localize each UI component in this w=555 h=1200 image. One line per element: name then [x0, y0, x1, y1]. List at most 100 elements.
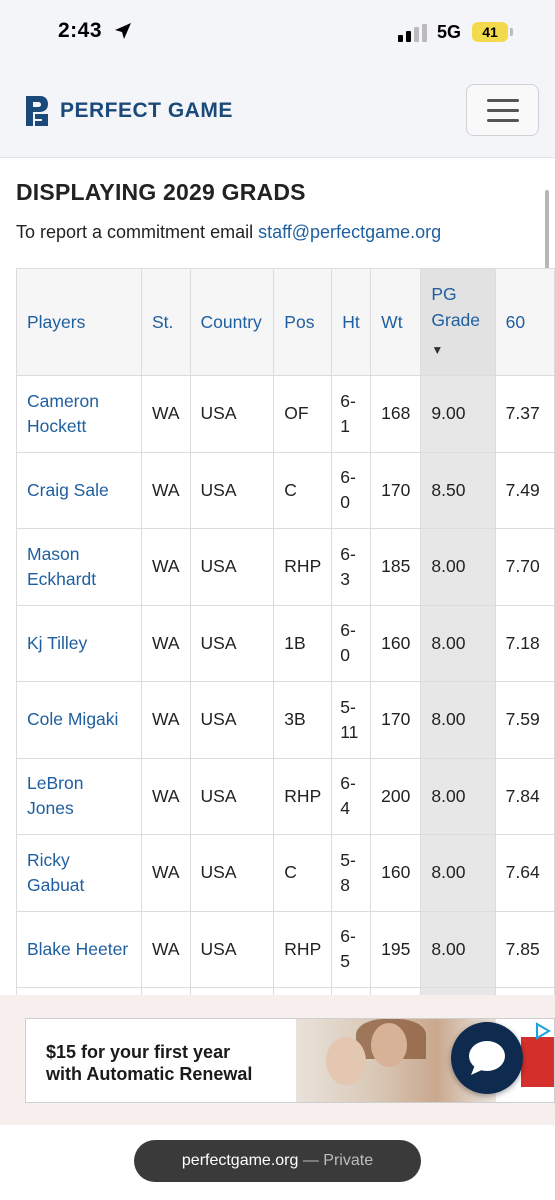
ad-choices-icon[interactable]	[533, 1021, 553, 1041]
cell-sixty: 7.84	[494, 757, 555, 835]
cell-state: WA	[140, 757, 191, 835]
table-row	[16, 987, 555, 995]
grads-table: Players St. Country Pos Ht Wt PG Grade ▼…	[16, 268, 555, 995]
chat-button[interactable]	[451, 1022, 523, 1094]
cell-sixty: 7.70	[494, 528, 555, 606]
cell-pos	[273, 987, 333, 995]
table-header-row: Players St. Country Pos Ht Wt PG Grade ▼…	[16, 268, 555, 376]
column-header-ht[interactable]: Ht	[331, 268, 372, 376]
cell-state: WA	[140, 375, 191, 453]
cell-ht: 6- 4	[331, 757, 372, 835]
column-header-players[interactable]: Players	[16, 268, 142, 376]
cell-country: USA	[189, 451, 275, 529]
column-header-pos[interactable]: Pos	[273, 268, 333, 376]
cell-grade: 8.00	[420, 910, 496, 988]
cell-ht: 5- 8	[331, 834, 372, 912]
table-row: LeBron Jones WA USA RHP 6- 4 200 8.00 7.84	[16, 757, 555, 835]
cell-pos: 3B	[273, 681, 333, 759]
cell-wt: 200	[370, 757, 422, 835]
player-link[interactable]: Ricky Gabuat	[27, 850, 84, 895]
cell-wt	[370, 987, 422, 995]
cell-player: Blake Heeter	[16, 910, 142, 988]
player-link[interactable]: Cole Migaki	[27, 709, 118, 729]
cell-ht	[331, 987, 372, 995]
report-commitment-text: To report a commitment email staff@perfe…	[16, 222, 442, 242]
cell-wt: 195	[370, 910, 422, 988]
main-content: DISPLAYING 2029 GRADS To report a commit…	[0, 159, 555, 995]
player-link[interactable]: LeBron Jones	[27, 773, 83, 818]
cell-country: USA	[189, 604, 275, 682]
cell-wt: 160	[370, 834, 422, 912]
cell-player: Kj Tilley	[16, 604, 142, 682]
player-link[interactable]: Kj Tilley	[27, 633, 87, 653]
site-header: PERFECT GAME	[0, 64, 555, 158]
cell-sixty	[494, 987, 555, 995]
table-row: Blake Heeter WA USA RHP 6- 5 195 8.00 7.85	[16, 910, 555, 988]
cell-ht: 6- 0	[331, 451, 372, 529]
cell-ht: 5- 11	[331, 681, 372, 759]
column-header-country[interactable]: Country	[189, 268, 275, 376]
cell-ht: 6- 0	[331, 604, 372, 682]
cell-sixty: 7.49	[494, 451, 555, 529]
cell-player: Ricky Gabuat	[16, 834, 142, 912]
perfect-game-logo[interactable]: PERFECT GAME	[24, 94, 233, 128]
cell-state: WA	[140, 910, 191, 988]
cell-ht: 6- 1	[331, 375, 372, 453]
cell-player: Craig Sale	[16, 451, 142, 529]
ad-text: $15 for your first year with Automatic R…	[46, 1042, 253, 1084]
player-link[interactable]: Cameron Hockett	[27, 391, 99, 436]
column-header-state[interactable]: St.	[140, 268, 191, 376]
cell-country: USA	[189, 910, 275, 988]
cell-state	[140, 987, 191, 995]
cell-pos: C	[273, 451, 333, 529]
cell-state: WA	[140, 528, 191, 606]
cell-wt: 170	[370, 451, 422, 529]
cell-grade: 8.00	[420, 757, 496, 835]
page-title: DISPLAYING 2029 GRADS	[16, 179, 306, 205]
table-row: Ricky Gabuat WA USA C 5- 8 160 8.00 7.64	[16, 834, 555, 912]
cell-grade: 8.00	[420, 834, 496, 912]
player-link[interactable]: Mason Eckhardt	[27, 544, 96, 589]
status-time: 2:43	[58, 19, 103, 42]
cellular-signal-icon	[398, 24, 427, 42]
battery-level: 41	[482, 24, 498, 40]
cell-sixty: 7.59	[494, 681, 555, 759]
cell-pos: OF	[273, 375, 333, 453]
cell-state: WA	[140, 681, 191, 759]
cell-country	[189, 987, 275, 995]
url-bar[interactable]: perfectgame.org — Private	[134, 1140, 421, 1182]
cell-wt: 160	[370, 604, 422, 682]
column-header-pg-grade[interactable]: PG Grade ▼	[420, 268, 496, 376]
table-row: Craig Sale WA USA C 6- 0 170 8.50 7.49	[16, 451, 555, 529]
sort-descending-icon: ▼	[431, 343, 444, 357]
cell-country: USA	[189, 528, 275, 606]
cell-sixty: 7.85	[494, 910, 555, 988]
cell-sixty: 7.37	[494, 375, 555, 453]
menu-button[interactable]	[466, 84, 539, 136]
cell-pos: 1B	[273, 604, 333, 682]
cell-country: USA	[189, 375, 275, 453]
cell-grade: 8.00	[420, 681, 496, 759]
cell-state: WA	[140, 604, 191, 682]
cell-player: Mason Eckhardt	[16, 528, 142, 606]
column-header-60[interactable]: 60	[494, 268, 555, 376]
player-link[interactable]: Blake Heeter	[27, 939, 128, 959]
player-link[interactable]: Craig Sale	[27, 480, 109, 500]
battery-icon: 41	[472, 22, 513, 42]
cell-sixty: 7.18	[494, 604, 555, 682]
cell-country: USA	[189, 757, 275, 835]
chat-bubble-icon	[469, 1041, 505, 1075]
table-row: Mason Eckhardt WA USA RHP 6- 3 185 8.00 7.70	[16, 528, 555, 606]
network-type: 5G	[437, 22, 462, 42]
cell-sixty: 7.64	[494, 834, 555, 912]
table-body: Cameron Hockett WA USA OF 6- 1 168 9.00 7.37 Crai…	[16, 375, 555, 995]
cell-pos: C	[273, 834, 333, 912]
table-row: Kj Tilley WA USA 1B 6- 0 160 8.00 7.18	[16, 604, 555, 682]
report-email-link[interactable]: staff@perfectgame.org	[258, 222, 441, 242]
cell-country: USA	[189, 834, 275, 912]
cell-ht: 6- 5	[331, 910, 372, 988]
column-header-wt[interactable]: Wt	[370, 268, 422, 376]
cell-pos: RHP	[273, 528, 333, 606]
cell-player: Cole Migaki	[16, 681, 142, 759]
cell-wt: 168	[370, 375, 422, 453]
